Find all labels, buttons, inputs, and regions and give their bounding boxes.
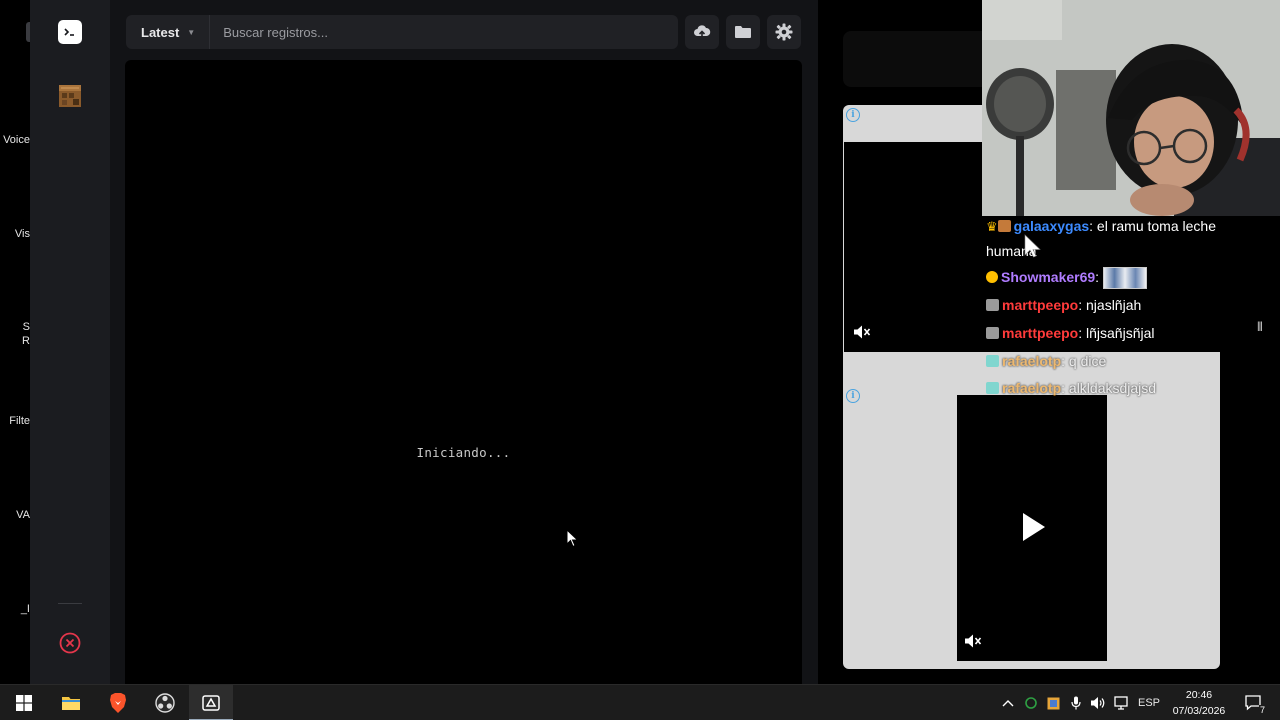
- sub-badge-icon: [986, 299, 999, 311]
- chat-text: : alkldaksdjajsd: [1061, 380, 1157, 396]
- windows-start-button[interactable]: [2, 685, 46, 720]
- speaker-volume-icon[interactable]: [1088, 685, 1108, 720]
- minecraft-crafting-table-icon[interactable]: [58, 84, 82, 108]
- upload-cloud-button[interactable]: [685, 15, 719, 49]
- dock-label-voice[interactable]: Voice: [3, 133, 30, 147]
- taskbar-obs-studio[interactable]: [143, 685, 187, 720]
- notification-count-badge: 7: [1258, 705, 1266, 715]
- video-player-2[interactable]: [957, 395, 1107, 661]
- chat-text: : q dice: [1061, 353, 1107, 369]
- brave-lion-icon: [110, 693, 126, 713]
- search-logs-input[interactable]: [210, 15, 678, 49]
- chat-text: : njaslñjah: [1078, 297, 1142, 313]
- version-label: Latest: [141, 24, 180, 40]
- sub-badge-icon: [986, 355, 999, 367]
- taskbar-clock[interactable]: 20:46 07/03/2026: [1166, 687, 1232, 719]
- sub-badge-icon: [986, 382, 999, 394]
- info-icon[interactable]: i: [846, 389, 860, 403]
- microphone-icon[interactable]: [1066, 685, 1086, 720]
- clock-time: 20:46: [1185, 689, 1213, 701]
- chat-text: :: [1095, 269, 1100, 285]
- dock-label-underscore[interactable]: _I: [21, 602, 30, 616]
- screen: Voice Vis S R Filte VA _I Latest ▼ Busca…: [0, 0, 1280, 720]
- gear-icon: [775, 23, 793, 41]
- open-folder-button[interactable]: [726, 15, 760, 49]
- info-icon[interactable]: i: [846, 108, 860, 122]
- cloud-upload-icon: [694, 25, 711, 38]
- obs-dock-truncated: Voice Vis S R Filte VA _I: [0, 0, 36, 684]
- tray-green-circle-icon[interactable]: [1021, 685, 1041, 720]
- dock-label-filte[interactable]: Filte: [9, 414, 30, 428]
- notification-center-button[interactable]: 7: [1240, 685, 1268, 720]
- settings-button[interactable]: [767, 15, 801, 49]
- chat-message: marttpeepo: njaslñjah: [986, 291, 1246, 319]
- chat-username[interactable]: marttpeepo: [1002, 297, 1078, 313]
- muted-speaker-icon[interactable]: [964, 633, 982, 649]
- chat-message: rafaelotp: q dice: [986, 347, 1246, 375]
- webcam-feed: [982, 0, 1280, 216]
- terminal-icon[interactable]: [58, 20, 82, 44]
- windows-taskbar: ESP 20:46 07/03/2026 7: [0, 684, 1280, 720]
- taskbar-brave-browser[interactable]: [96, 685, 140, 720]
- sub-badge-icon: [986, 327, 999, 339]
- launcher-sidebar: [30, 0, 110, 684]
- chat-text: : lñjsañjsñjal: [1078, 325, 1155, 341]
- tray-app-icon[interactable]: [1043, 685, 1063, 720]
- chat-message: marttpeepo: lñjsañjsñjal: [986, 319, 1246, 347]
- resize-grip-icon[interactable]: |||: [1257, 321, 1263, 332]
- mouse-cursor-icon: [1024, 234, 1046, 263]
- tray-chevron-up-icon[interactable]: [998, 685, 1018, 720]
- chat-username[interactable]: galaaxygas: [1014, 218, 1090, 234]
- mouse-cursor-icon: [566, 528, 579, 553]
- sidebar-divider: [58, 603, 82, 604]
- network-monitor-icon[interactable]: [1110, 685, 1132, 720]
- log-console[interactable]: Iniciando...: [125, 60, 802, 684]
- windows-logo-icon: [16, 695, 32, 711]
- chat-username[interactable]: marttpeepo: [1002, 325, 1078, 341]
- dark-widget: [843, 31, 993, 87]
- crown-badge-icon: ♛: [986, 219, 998, 234]
- chat-message: Showmaker69:: [986, 263, 1246, 291]
- gift-badge-icon: [986, 271, 998, 283]
- taskbar-file-explorer[interactable]: [49, 685, 93, 720]
- dock-label-s[interactable]: S: [23, 320, 30, 334]
- chat-username[interactable]: rafaelotp: [1002, 380, 1061, 396]
- close-circle-icon[interactable]: [58, 631, 82, 655]
- obs-logo-icon: [155, 693, 175, 713]
- chevron-down-icon: ▼: [187, 27, 196, 37]
- dock-label-va[interactable]: VA: [16, 508, 30, 522]
- launcher-app-icon: [202, 695, 220, 711]
- launcher-main: Latest ▼ Iniciando...: [110, 0, 818, 684]
- dock-label-r[interactable]: R: [22, 334, 30, 348]
- dock-label-vis[interactable]: Vis: [15, 227, 30, 241]
- input-language-indicator[interactable]: ESP: [1135, 685, 1163, 720]
- play-icon[interactable]: [1023, 513, 1045, 541]
- chat-message: rafaelotp: alkldaksdjajsd: [986, 374, 1246, 402]
- chat-username[interactable]: rafaelotp: [1002, 353, 1061, 369]
- sub-badge-icon: [997, 220, 1011, 232]
- taskbar-minecraft-launcher[interactable]: [189, 685, 233, 720]
- version-select[interactable]: Latest ▼: [126, 15, 211, 49]
- muted-speaker-icon[interactable]: [853, 324, 871, 340]
- folder-icon: [62, 697, 80, 710]
- log-toolbar: Latest ▼: [126, 15, 678, 49]
- clock-date: 07/03/2026: [1172, 705, 1226, 717]
- folder-icon: [735, 26, 751, 38]
- chat-username[interactable]: Showmaker69: [1001, 269, 1095, 285]
- chat-emote-image: [1102, 267, 1147, 290]
- console-status-text: Iniciando...: [416, 445, 511, 460]
